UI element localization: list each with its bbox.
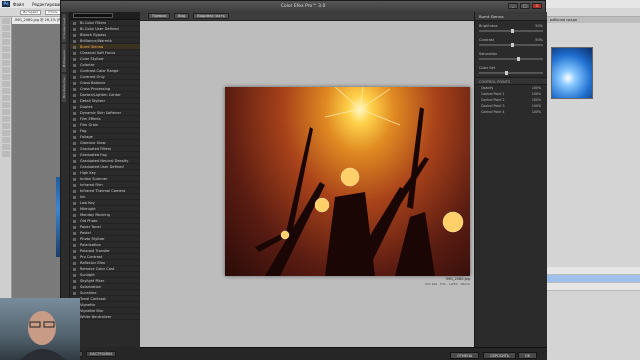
control-point-name: Control Point 4: [481, 110, 505, 114]
hand-tool-icon[interactable]: [2, 144, 10, 150]
preview-area: Превью Вид Видимая часть IMG_2080.jpg IS…: [140, 12, 474, 347]
blur-tool-icon[interactable]: [2, 102, 10, 108]
close-button[interactable]: ×: [532, 3, 542, 9]
saturation-slider[interactable]: [479, 57, 543, 61]
presenter-video: [20, 311, 66, 360]
type-tool-icon[interactable]: [2, 123, 10, 129]
tab-all-filters[interactable]: Все фильтры: [62, 74, 66, 102]
control-points-header[interactable]: CONTROL POINTS: [475, 77, 547, 85]
workspace-label[interactable]: рабочая среда: [547, 17, 640, 23]
brush-tool-icon[interactable]: [2, 67, 10, 73]
window-title: Color Efex Pro™ 3.0: [280, 4, 326, 9]
stamp-tool-icon[interactable]: [2, 74, 10, 80]
photoshop-logo-icon: Ps: [2, 1, 10, 7]
zoom-tool-icon[interactable]: [2, 151, 10, 157]
filter-search-input[interactable]: [73, 13, 113, 18]
brightness-slider[interactable]: [479, 29, 543, 33]
selected-filter-name: Burnt Sienna: [475, 12, 547, 21]
options-field-2[interactable]: Стиль: [45, 9, 61, 15]
window-titlebar[interactable]: Color Efex Pro™ 3.0 _ □ ×: [61, 1, 545, 12]
corn-silhouette: [255, 87, 464, 276]
filter-list-footer: ? НАСТРОЙКИ: [70, 347, 140, 360]
control-point-value: 100%: [531, 110, 541, 114]
slider-knob[interactable]: [511, 43, 514, 47]
crop-tool-icon[interactable]: [2, 46, 10, 52]
webcam-overlay: [0, 298, 80, 360]
preview-button[interactable]: Превью: [148, 13, 171, 19]
minimize-button[interactable]: _: [508, 3, 518, 9]
control-value: 50%: [535, 37, 543, 42]
move-tool-icon[interactable]: [2, 18, 10, 24]
preview-toolbar: Превью Вид Видимая часть: [140, 12, 474, 21]
slider-knob[interactable]: [504, 71, 508, 75]
dialog-footer: ОТМЕНА СБРОСИТЬ OK: [140, 347, 547, 360]
control-row: Color Set: [475, 63, 547, 72]
reset-button[interactable]: СБРОСИТЬ: [483, 352, 517, 359]
gradient-tool-icon[interactable]: [2, 95, 10, 101]
pen-tool-icon[interactable]: [2, 116, 10, 122]
lasso-tool-icon[interactable]: [2, 32, 10, 38]
control-label: Brightness: [479, 23, 498, 28]
history-brush-tool-icon[interactable]: [2, 81, 10, 87]
slider-knob[interactable]: [511, 29, 514, 33]
shape-tool-icon[interactable]: [2, 137, 10, 143]
contrast-slider[interactable]: [479, 43, 543, 47]
filter-search: [70, 12, 140, 20]
slider-knob[interactable]: [517, 57, 521, 61]
tab-standard[interactable]: Стандартные: [62, 14, 66, 42]
quick-select-tool-icon[interactable]: [2, 39, 10, 45]
ps-right-panels: рабочая среда: [546, 17, 640, 360]
options-field-1[interactable]: Интервал: [20, 9, 42, 15]
control-value: 50%: [535, 23, 543, 28]
filter-list: Bi-Color Filters Bi-Color User Defined Ble…: [70, 12, 140, 347]
marquee-tool-icon[interactable]: [2, 25, 10, 31]
color-efex-window: Color Efex Pro™ 3.0 _ □ × Стандартные Из…: [60, 0, 547, 360]
dodge-tool-icon[interactable]: [2, 109, 10, 115]
layer-row[interactable]: [547, 267, 640, 275]
cancel-button[interactable]: ОТМЕНА: [450, 352, 480, 359]
ok-button[interactable]: OK: [518, 352, 538, 359]
maximize-button[interactable]: □: [520, 3, 530, 9]
control-label: Saturation: [479, 51, 498, 56]
eraser-tool-icon[interactable]: [2, 88, 10, 94]
navigator-thumbnail[interactable]: [551, 47, 593, 99]
color-set-slider[interactable]: [479, 71, 543, 75]
visible-area-button[interactable]: Видимая часть: [193, 13, 229, 19]
photo-exif: ISO 100 · f/11 · 1/250 · 18mm: [425, 282, 470, 286]
filter-controls-panel: Burnt Sienna Brightness 50% Contrast 50%…: [474, 12, 547, 347]
layer-row[interactable]: [547, 283, 640, 291]
layer-row-selected[interactable]: [547, 275, 640, 283]
healing-tool-icon[interactable]: [2, 60, 10, 66]
control-label: Contrast: [479, 37, 494, 42]
window-controls: _ □ ×: [508, 3, 542, 9]
desktop: Ps Файл Редактирование Изобр. Интервал С…: [0, 0, 640, 360]
tab-favorites[interactable]: Избранное: [62, 44, 66, 72]
view-button[interactable]: Вид: [174, 13, 190, 19]
control-point-row[interactable]: Control Point 4 100%: [475, 109, 547, 115]
control-points-list: Opacity 100% Control Point 1 100% Control Po…: [475, 85, 547, 115]
filter-item[interactable]: White Neutralizer: [70, 314, 140, 320]
preview-photo[interactable]: [225, 87, 470, 276]
menu-file[interactable]: Файл: [13, 2, 24, 7]
control-label: Color Set: [479, 65, 495, 70]
control-row: Saturation: [475, 49, 547, 58]
eyedropper-tool-icon[interactable]: [2, 53, 10, 59]
settings-button[interactable]: НАСТРОЙКИ: [85, 351, 117, 357]
path-select-tool-icon[interactable]: [2, 130, 10, 136]
